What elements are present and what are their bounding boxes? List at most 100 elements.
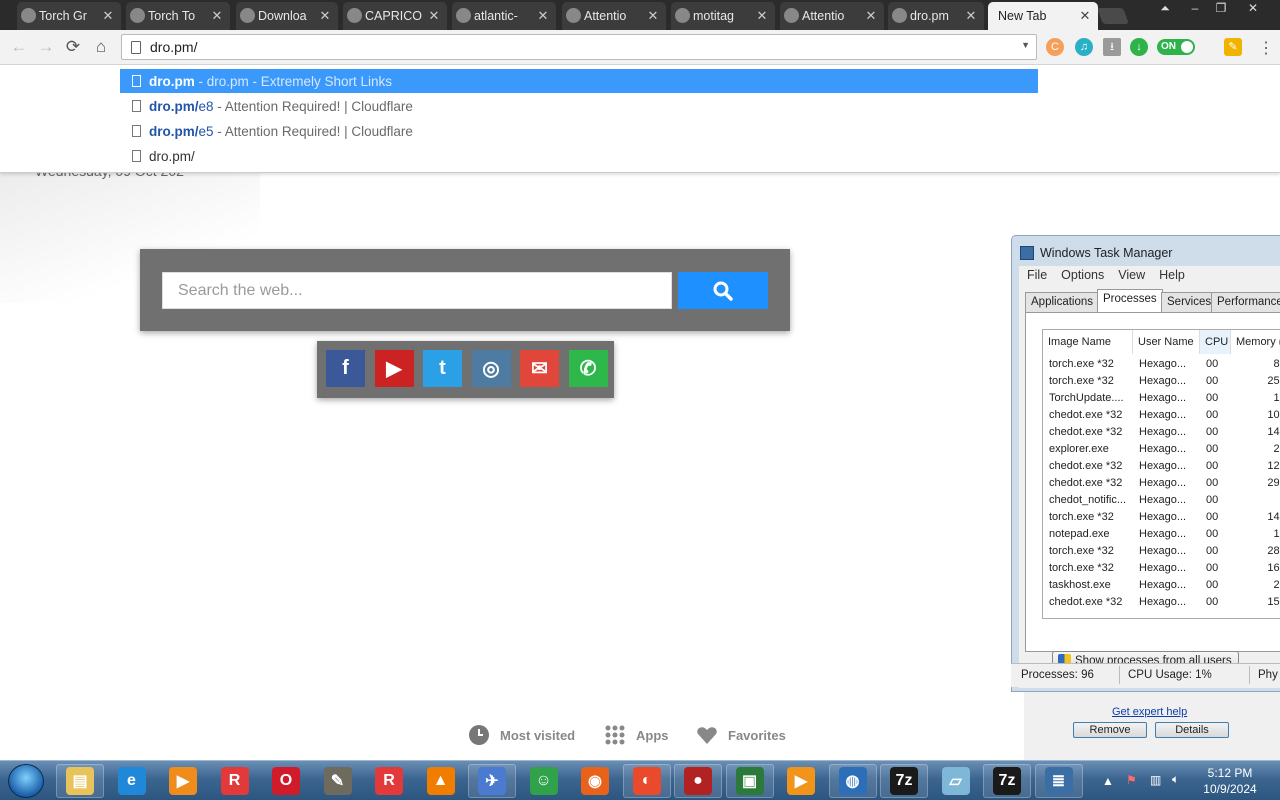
tab-performance[interactable]: Performance [1211,292,1280,312]
process-cell[interactable]: 00 [1206,492,1231,509]
process-cell[interactable]: torch.exe *32 [1049,356,1133,373]
browser-tab[interactable]: motitag ✕ [671,2,775,30]
process-cell[interactable]: Hexago... [1139,373,1200,390]
media-player-taskbar-button[interactable]: ▶ [159,764,207,798]
process-cell[interactable]: torch.exe *32 [1049,543,1133,560]
process-cell[interactable]: chedot_notific... [1049,492,1133,509]
process-cell[interactable]: 10,572 [1231,407,1280,424]
gimp-taskbar-button[interactable]: ✎ [314,764,362,798]
chevron-down-icon[interactable]: ▼ [1021,40,1030,50]
action-center-icon[interactable]: ⚑ [1126,773,1137,787]
process-cell[interactable]: 00 [1206,373,1231,390]
process-cell[interactable]: 1,740 [1231,390,1280,407]
menu-file[interactable]: File [1027,268,1047,282]
forward-icon[interactable]: → [35,36,57,58]
process-cell[interactable]: chedot.exe *32 [1049,475,1133,492]
close-icon[interactable]: ✕ [646,8,660,24]
process-cell[interactable]: 1,636 [1231,526,1280,543]
youtube-icon[interactable]: ▶ [374,350,414,387]
network-globe-taskbar-button[interactable]: ◍ [828,764,877,798]
close-icon[interactable]: ✕ [318,8,332,24]
most-visited-link[interactable]: Most visited [468,723,575,747]
browser-tab[interactable]: Downloa ✕ [236,2,338,30]
monitor-taskbar-button[interactable]: ▣ [725,764,774,798]
column-header[interactable]: User Name [1133,330,1200,354]
favorites-link[interactable]: Favorites [696,723,786,747]
close-icon[interactable]: ✕ [964,8,978,24]
restore-button[interactable]: ❐ [1208,0,1234,18]
7zip-taskbar-button[interactable]: 7z [880,764,928,798]
process-cell[interactable]: 28,996 [1231,543,1280,560]
process-cell[interactable]: 00 [1206,441,1231,458]
process-cell[interactable]: 15,592 [1231,594,1280,611]
process-cell[interactable]: Hexago... [1139,526,1200,543]
process-cell[interactable]: TorchUpdate.... [1049,390,1133,407]
torch-extension-icon[interactable]: ✎ [1224,38,1242,56]
browser-tab[interactable]: dro.pm ✕ [888,2,984,30]
column-header[interactable]: Image Name [1043,330,1133,354]
process-cell[interactable]: taskhost.exe [1049,577,1133,594]
browser-tab[interactable]: Torch Gr ✕ [17,2,121,30]
process-cell[interactable]: 2,736 [1231,441,1280,458]
process-cell[interactable]: 00 [1206,509,1231,526]
extension-orange-icon[interactable]: C [1046,38,1064,56]
process-cell[interactable]: chedot.exe *32 [1049,407,1133,424]
process-cell[interactable]: 16,792 [1231,560,1280,577]
column-header[interactable]: Memory ( [1231,330,1280,354]
details-button[interactable]: Details [1155,722,1229,738]
close-icon[interactable]: ✕ [427,8,441,24]
internet-explorer-taskbar-button[interactable]: e [108,764,156,798]
suggestion-row[interactable]: dro.pm/e5 - Attention Required! | Cloudf… [120,119,1038,143]
tab-applications[interactable]: Applications [1025,292,1100,312]
process-cell[interactable]: torch.exe *32 [1049,373,1133,390]
process-cell[interactable]: 2,416 [1231,577,1280,594]
download-icon[interactable]: ⭳ [1103,38,1121,56]
firefox-taskbar-button[interactable]: ◉ [571,764,619,798]
process-cell[interactable]: 00 [1206,424,1231,441]
headphones-icon[interactable]: ♫ [1075,38,1093,56]
process-cell[interactable]: Hexago... [1139,543,1200,560]
download-manager-icon[interactable]: ↓ [1130,38,1148,56]
menu-help[interactable]: Help [1159,268,1185,282]
video-player-taskbar-button[interactable]: ▶ [777,764,825,798]
close-icon[interactable]: ✕ [101,8,115,24]
process-cell[interactable]: 00 [1206,560,1231,577]
chedot-taskbar-button[interactable]: ● [674,764,722,798]
suggestion-row[interactable]: dro.pm/ [120,144,1038,168]
process-cell[interactable]: Hexago... [1139,560,1200,577]
process-cell[interactable]: 29,496 [1231,475,1280,492]
close-icon[interactable]: ✕ [864,8,878,24]
process-cell[interactable]: 00 [1206,594,1231,611]
process-cell[interactable]: 00 [1206,475,1231,492]
process-cell[interactable]: chedot.exe *32 [1049,458,1133,475]
task-manager-taskbar-button[interactable]: ≣ [1034,764,1083,798]
start-button[interactable] [8,764,44,798]
facebook-icon[interactable]: f [326,350,365,387]
process-cell[interactable]: 00 [1206,458,1231,475]
process-cell[interactable]: Hexago... [1139,407,1200,424]
browser-tab[interactable]: atlantic- ✕ [452,2,556,30]
browser-tab[interactable]: CAPRICO ✕ [343,2,447,30]
process-cell[interactable]: chedot.exe *32 [1049,594,1133,611]
process-cell[interactable]: 25,156 [1231,373,1280,390]
torch-browser-taskbar-button[interactable]: ◐ [622,764,671,798]
opera-taskbar-button[interactable]: O [262,764,310,798]
process-cell[interactable]: 14,380 [1231,424,1280,441]
close-icon[interactable]: ✕ [210,8,224,24]
process-cell[interactable]: Hexago... [1139,424,1200,441]
suggestion-row[interactable]: dro.pm - dro.pm - Extremely Short Links [120,69,1038,93]
process-cell[interactable]: 00 [1206,356,1231,373]
search-input[interactable] [162,272,672,309]
tray-expand-icon[interactable]: ▲ [1102,774,1114,788]
apps-link[interactable]: Apps [604,723,669,747]
reload-icon[interactable]: ⟳ [62,36,84,58]
process-cell[interactable]: notepad.exe [1049,526,1133,543]
menu-view[interactable]: View [1118,268,1145,282]
expert-help-link[interactable]: Get expert help [1112,706,1187,718]
email-icon[interactable]: ✉ [520,350,559,387]
browser-tab[interactable]: Torch To ✕ [126,2,230,30]
process-cell[interactable]: 00 [1206,390,1231,407]
task-manager-window[interactable]: Windows Task Manager File Options View Help… [1011,235,1280,692]
vlc-taskbar-button[interactable]: ▲ [417,764,465,798]
7zip-manager-taskbar-button[interactable]: 7z [983,764,1031,798]
